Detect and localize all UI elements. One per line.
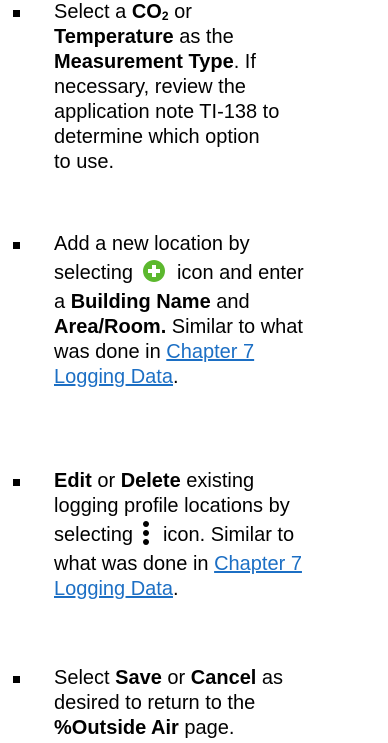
text-line: was done in Chapter 7: [54, 340, 388, 365]
cancel-label: Cancel: [190, 667, 257, 689]
text-run: was done in: [54, 341, 167, 363]
logging-data-link[interactable]: Logging Data: [54, 578, 173, 600]
text-line: to use.: [54, 151, 115, 173]
text-run: what was done in: [54, 553, 215, 575]
text-run: and: [210, 291, 250, 313]
bullet-item-add-location: Add a new location by selecting icon and …: [0, 232, 388, 412]
building-name-label: Building Name: [70, 291, 211, 313]
chapter-7-link[interactable]: Chapter 7: [166, 341, 254, 363]
co2-label: CO2: [132, 1, 169, 23]
bullet-item-save-cancel: Select Save or Cancel as desired to retu…: [0, 666, 388, 743]
bullet-marker: [13, 242, 20, 249]
delete-label: Delete: [120, 470, 181, 492]
text-run: a: [54, 291, 71, 313]
bullet-marker: [13, 676, 20, 683]
temperature-label: Temperature: [54, 26, 174, 48]
text-run: selecting: [54, 262, 133, 284]
text-run: as the: [173, 26, 234, 48]
text-line: selecting icon and enter: [54, 257, 388, 290]
bullet-text: Select Save or Cancel as desired to retu…: [54, 666, 388, 741]
text-line: Select Save or Cancel as: [54, 666, 388, 691]
text-line: Temperature as the: [54, 25, 388, 50]
text-run: or: [168, 1, 192, 23]
save-label: Save: [115, 667, 162, 689]
text-run: icon and enter: [176, 262, 304, 284]
logging-data-link[interactable]: Logging Data: [54, 366, 173, 388]
bullet-item-edit-delete: Edit or Delete existing logging profile …: [0, 469, 388, 629]
area-room-label: Area/Room.: [54, 316, 167, 338]
text-run: .: [172, 366, 179, 388]
bullet-marker: [13, 10, 20, 17]
text-line: a Building Name and: [54, 290, 388, 315]
outside-air-label: %Outside Air: [54, 717, 179, 739]
bullet-marker: [13, 479, 20, 486]
text-run: icon. Similar to: [162, 524, 295, 546]
bullet-item-measurement-type: Select a CO2 or Temperature as the Measu…: [0, 0, 388, 195]
measurement-type-label: Measurement Type: [54, 51, 234, 73]
bullet-text: Select a CO2 or Temperature as the Measu…: [54, 0, 388, 175]
more-options-kebab-icon: [142, 521, 149, 545]
text-line: Area/Room. Similar to what: [54, 315, 388, 340]
add-location-plus-icon: [142, 260, 165, 282]
text-line: %Outside Air page.: [54, 716, 388, 741]
text-line: Logging Data.: [54, 365, 388, 390]
text-line: desired to return to the: [54, 692, 256, 714]
text-run: Select a: [54, 1, 132, 23]
chapter-7-link[interactable]: Chapter 7: [214, 553, 302, 575]
text-line: Edit or Delete existing: [54, 469, 388, 494]
bullet-text: Add a new location by selecting icon and …: [54, 232, 388, 390]
text-line: what was done in Chapter 7: [54, 552, 388, 577]
text-run: existing: [180, 470, 255, 492]
text-line: determine which option: [54, 126, 260, 148]
text-line: logging profile locations by: [54, 495, 290, 517]
text-run: or: [161, 667, 191, 689]
text-line: Logging Data.: [54, 577, 388, 602]
text-run: Similar to what: [166, 316, 303, 338]
text-run: . If: [233, 51, 256, 73]
text-run: Select: [54, 667, 116, 689]
text-run: or: [91, 470, 121, 492]
bullet-text: Edit or Delete existing logging profile …: [54, 469, 388, 602]
text-line: selecting icon. Similar to: [54, 519, 388, 552]
text-line: Add a new location by: [54, 233, 250, 255]
text-line: application note TI-138 to: [54, 101, 280, 123]
text-line: necessary, review the: [54, 76, 246, 98]
co2-subscript: 2: [161, 9, 169, 23]
text-line: Select a CO2 or: [54, 0, 388, 25]
text-run: as: [256, 667, 284, 689]
document-page: Select a CO2 or Temperature as the Measu…: [0, 0, 388, 743]
text-run: page.: [178, 717, 235, 739]
text-run: selecting: [54, 524, 133, 546]
text-line: Measurement Type. If: [54, 50, 388, 75]
co2-text: CO: [131, 1, 162, 23]
text-run: .: [172, 578, 179, 600]
edit-label: Edit: [54, 470, 92, 492]
